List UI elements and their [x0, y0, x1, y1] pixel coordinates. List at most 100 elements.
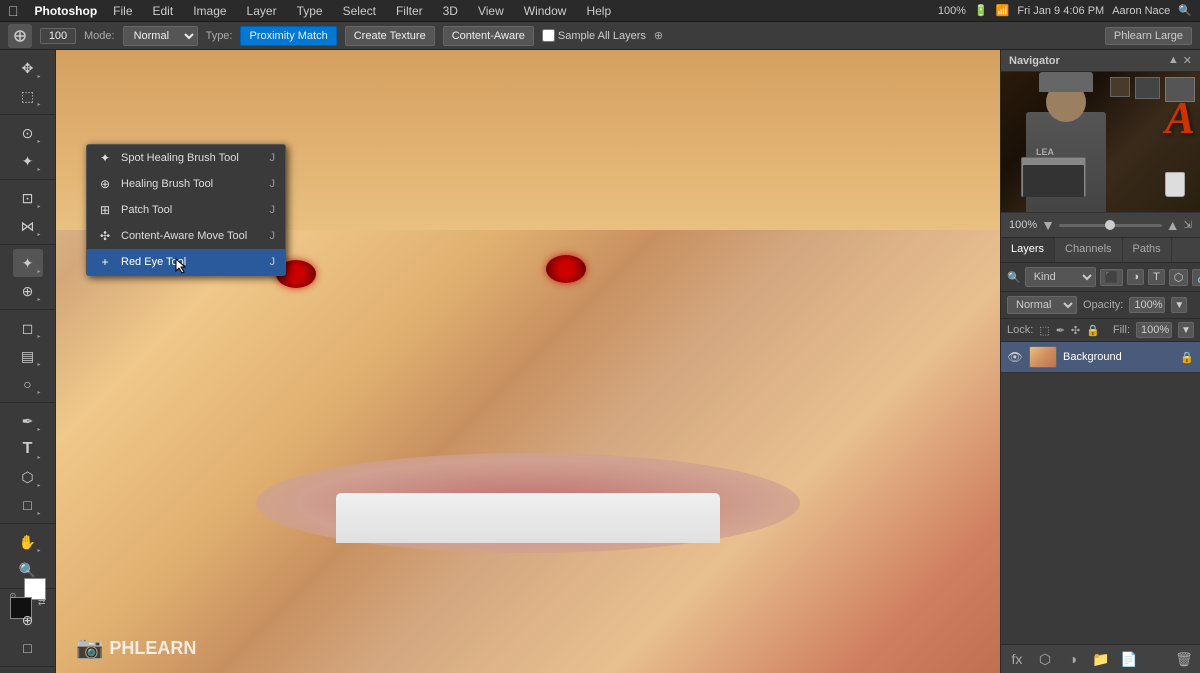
- blend-mode-dropdown[interactable]: Normal Multiply Screen Overlay: [1007, 296, 1077, 314]
- navigator-zoom-in-btn[interactable]: ▲: [1166, 217, 1180, 233]
- layers-smart-filter[interactable]: 🔗: [1192, 269, 1200, 286]
- tool-group-paint: ◻ ▸ ▤ ▸ ○ ▸: [0, 314, 55, 403]
- healing-brush-tool[interactable]: ✦ ▸: [13, 249, 43, 277]
- patch-shortcut: J: [270, 204, 276, 216]
- layer-visibility-toggle[interactable]: 👁: [1007, 349, 1023, 365]
- navigator-expand-icon[interactable]: ⇲: [1184, 220, 1192, 231]
- dodge-icon: ○: [23, 376, 31, 392]
- layers-shape-filter[interactable]: ⬡: [1169, 269, 1189, 286]
- slice-tool[interactable]: ⋈ ▸: [13, 212, 43, 240]
- path-tool[interactable]: ⬡ ▸: [13, 463, 43, 491]
- crop-tool[interactable]: ⊡ ▸: [13, 184, 43, 212]
- username: Aaron Nace: [1112, 5, 1170, 17]
- marquee-tool[interactable]: ⬚ ▸: [13, 82, 43, 110]
- panel-name[interactable]: Phlearn Large: [1105, 27, 1192, 45]
- battery-icon: 🔋: [974, 4, 988, 17]
- quick-mask-btn[interactable]: ⊕: [13, 606, 43, 634]
- lock-image-icon[interactable]: ✒: [1056, 324, 1065, 337]
- layers-type-filter[interactable]: T: [1148, 269, 1165, 285]
- type-content-btn[interactable]: Content-Aware: [443, 26, 534, 46]
- navigator-zoom-out-btn[interactable]: ▼: [1041, 217, 1055, 233]
- menu-image[interactable]: Image: [189, 2, 230, 20]
- shape-tool[interactable]: □ ▸: [13, 491, 43, 519]
- layers-search-icon: 🔍: [1007, 271, 1021, 284]
- eraser-tool[interactable]: ◻ ▸: [13, 314, 43, 342]
- tab-channels[interactable]: Channels: [1055, 238, 1122, 262]
- lasso-tool[interactable]: ⊙ ▸: [13, 119, 43, 147]
- layers-filter-type[interactable]: Kind Name Effect Mode Attribute Color: [1025, 267, 1096, 287]
- menu-3d[interactable]: 3D: [439, 2, 462, 20]
- corner-arrow: ▸: [37, 547, 40, 554]
- datetime: Fri Jan 9 4:06 PM: [1017, 5, 1104, 17]
- navigator-expand-btn[interactable]: ▲: [1168, 54, 1179, 67]
- main-area: ✥ ▸ ⬚ ▸ ⊙ ▸ ✦ ▸ ⊡ ▸: [0, 50, 1200, 673]
- layer-styles-btn[interactable]: fx: [1007, 649, 1027, 669]
- delete-layer-btn[interactable]: 🗑: [1174, 649, 1194, 669]
- layers-adjustment-filter[interactable]: ◑: [1127, 269, 1144, 285]
- menu-edit[interactable]: Edit: [149, 2, 178, 20]
- menu-filter[interactable]: Filter: [392, 2, 427, 20]
- fill-toggle-btn[interactable]: ▼: [1178, 322, 1194, 338]
- apple-menu[interactable]: : [8, 3, 19, 19]
- content-aware-move-icon: ✣: [97, 228, 113, 244]
- fill-value[interactable]: 100%: [1136, 322, 1172, 338]
- corner-arrow: ▸: [37, 510, 40, 517]
- layer-name: Background: [1063, 351, 1174, 363]
- navigator-close-btn[interactable]: ✕: [1183, 54, 1192, 67]
- type-texture-btn[interactable]: Create Texture: [345, 26, 435, 46]
- group-layers-btn[interactable]: 📁: [1091, 649, 1111, 669]
- lock-position-icon[interactable]: ✣: [1071, 324, 1080, 337]
- patch-option[interactable]: ⊞ Patch Tool J: [87, 197, 285, 223]
- tab-paths[interactable]: Paths: [1123, 238, 1172, 262]
- opacity-value[interactable]: 100%: [1129, 297, 1165, 313]
- tab-layers[interactable]: Layers: [1001, 238, 1055, 262]
- menu-file[interactable]: File: [109, 2, 136, 20]
- layers-pixel-filter[interactable]: ⬛: [1100, 269, 1124, 286]
- dodge-tool[interactable]: ○ ▸: [13, 370, 43, 398]
- default-colors-icon[interactable]: ⊙: [10, 591, 17, 600]
- brush-size-value[interactable]: 100: [40, 28, 76, 44]
- move-tool[interactable]: ✥ ▸: [13, 54, 43, 82]
- navigator-zoom-slider-thumb: [1105, 220, 1115, 230]
- add-mask-btn[interactable]: ⬡: [1035, 649, 1055, 669]
- canvas-area[interactable]: ✦ Spot Healing Brush Tool J ⊕ Healing Br…: [56, 50, 1000, 673]
- lock-transparent-icon[interactable]: ⬚: [1039, 324, 1049, 337]
- tool-group-crop: ⊡ ▸ ⋈ ▸: [0, 184, 55, 245]
- content-aware-move-option[interactable]: ✣ Content-Aware Move Tool J: [87, 223, 285, 249]
- menu-layer[interactable]: Layer: [243, 2, 281, 20]
- adjustment-layer-btn[interactable]: ◑: [1063, 649, 1083, 669]
- layer-lock-icon: 🔒: [1180, 351, 1194, 364]
- screen-mode-btn[interactable]: □: [13, 634, 43, 662]
- move-icon: ✥: [22, 60, 34, 77]
- layer-row-background[interactable]: 👁 Background 🔒: [1001, 342, 1200, 373]
- magic-wand-tool[interactable]: ✦ ▸: [13, 147, 43, 175]
- search-icon[interactable]: 🔍: [1178, 4, 1192, 17]
- layers-bottom-bar: fx ⬡ ◑ 📁 📄 🗑: [1001, 644, 1200, 673]
- tool-icon-healing[interactable]: [8, 24, 32, 48]
- new-layer-btn[interactable]: 📄: [1119, 649, 1139, 669]
- path-icon: ⬡: [21, 469, 33, 486]
- lock-all-icon[interactable]: 🔒: [1086, 324, 1100, 337]
- spot-healing-option[interactable]: ✦ Spot Healing Brush Tool J: [87, 145, 285, 171]
- sample-all-checkbox[interactable]: [542, 29, 555, 42]
- sample-all-label[interactable]: Sample All Layers: [542, 29, 646, 42]
- corner-arrow: ▸: [37, 389, 40, 396]
- navigator-zoom-slider[interactable]: [1059, 224, 1162, 227]
- diffuse-icon[interactable]: ⊕: [654, 29, 663, 42]
- menu-view[interactable]: View: [474, 2, 508, 20]
- menu-type[interactable]: Type: [293, 2, 327, 20]
- tool-group-retouching: ✦ ▸ ⊕ ▸: [0, 249, 55, 310]
- menu-window[interactable]: Window: [520, 2, 571, 20]
- hand-tool[interactable]: ✋ ▸: [13, 528, 43, 556]
- clone-stamp-tool[interactable]: ⊕ ▸: [13, 277, 43, 305]
- text-tool[interactable]: T ▸: [13, 435, 43, 463]
- mode-dropdown[interactable]: Normal Replace: [123, 26, 198, 46]
- menu-help[interactable]: Help: [582, 2, 615, 20]
- type-proximity-btn[interactable]: Proximity Match: [240, 26, 336, 46]
- healing-brush-option[interactable]: ⊕ Healing Brush Tool J: [87, 171, 285, 197]
- opacity-toggle-btn[interactable]: ▼: [1171, 297, 1187, 313]
- red-eye-option[interactable]: + Red Eye Tool J: [87, 249, 285, 275]
- gradient-tool[interactable]: ▤ ▸: [13, 342, 43, 370]
- pen-tool[interactable]: ✒ ▸: [13, 407, 43, 435]
- menu-select[interactable]: Select: [339, 2, 380, 20]
